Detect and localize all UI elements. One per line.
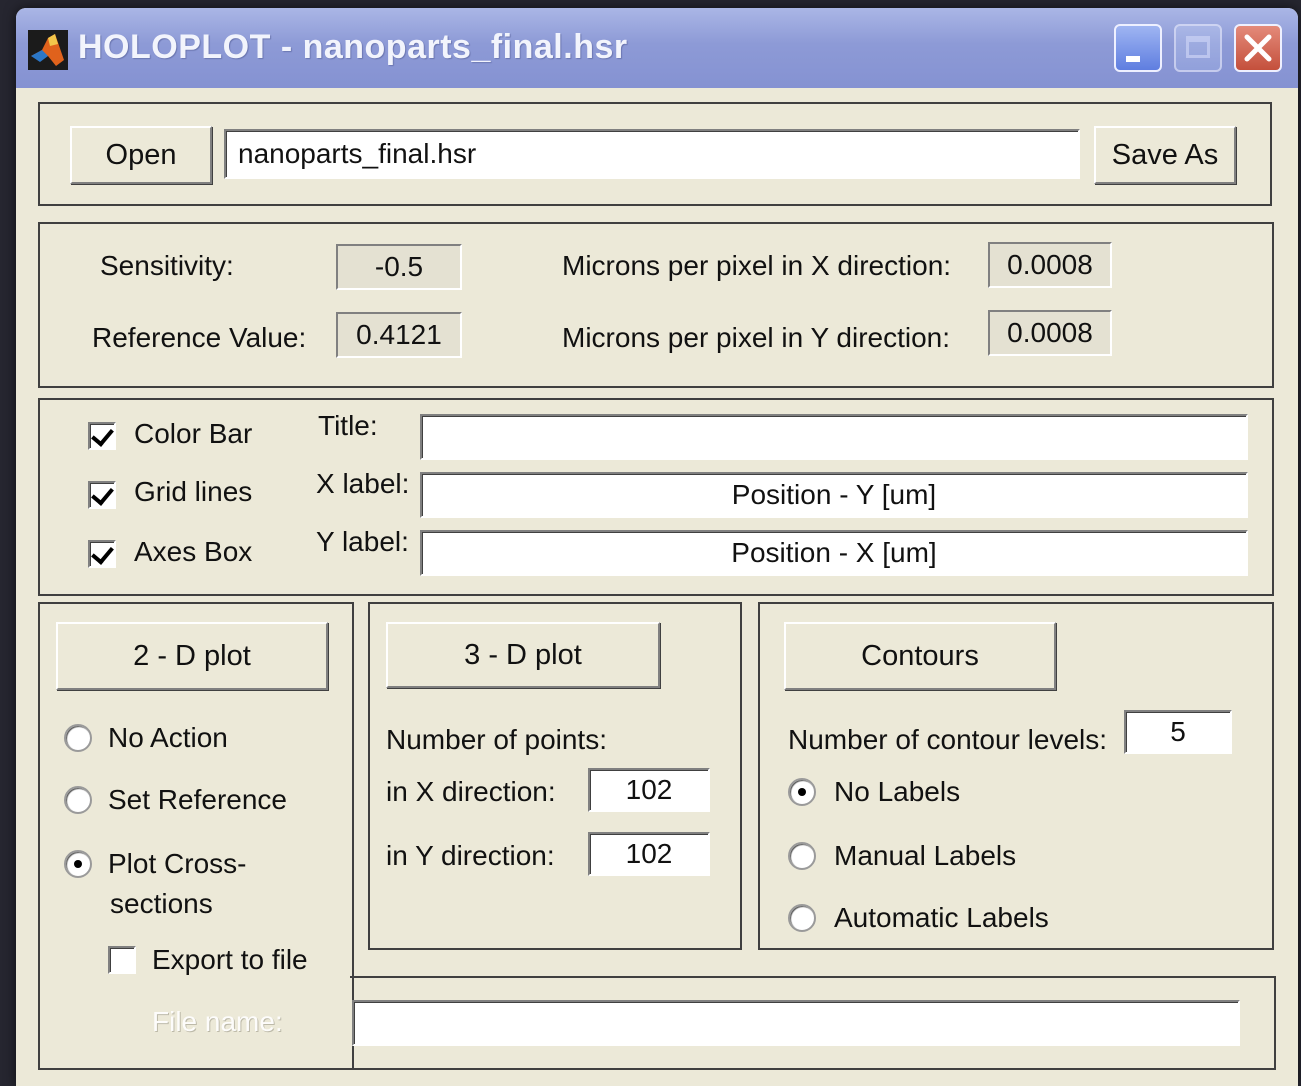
matlab-logo-icon (28, 30, 68, 70)
microns-y-label: Microns per pixel in Y direction: (562, 322, 951, 353)
manual-labels-label[interactable]: Manual Labels (834, 840, 1016, 872)
number-of-points-label: Number of points: (386, 724, 607, 755)
set-reference-label[interactable]: Set Reference (108, 784, 287, 816)
x-direction-input[interactable]: 102 (588, 768, 710, 812)
sensitivity-label: Sensitivity: (100, 250, 234, 281)
export-to-file-label[interactable]: Export to file (152, 944, 308, 976)
plot-3d-button[interactable]: 3 - D plot (386, 622, 660, 688)
y-label-input[interactable]: Position - X [um] (420, 530, 1248, 576)
save-as-button[interactable]: Save As (1094, 126, 1236, 184)
automatic-labels-label[interactable]: Automatic Labels (834, 902, 1049, 934)
axes-box-checkbox[interactable] (88, 540, 116, 568)
axes-box-label[interactable]: Axes Box (134, 536, 252, 568)
set-reference-radio[interactable] (64, 786, 92, 814)
file-name-input[interactable] (352, 1000, 1240, 1046)
file-name-label: File name: (152, 1006, 283, 1037)
window-title: HOLOPLOT - nanoparts_final.hsr (78, 28, 628, 66)
no-action-label[interactable]: No Action (108, 722, 228, 754)
no-labels-radio[interactable] (788, 778, 816, 806)
maximize-icon[interactable] (1174, 24, 1222, 72)
color-bar-checkbox[interactable] (88, 422, 116, 450)
plot-2d-button[interactable]: 2 - D plot (56, 622, 328, 690)
microns-x-label: Microns per pixel in X direction: (562, 250, 952, 281)
reference-value[interactable]: 0.4121 (336, 312, 462, 358)
title-label: Title: (318, 410, 378, 441)
contour-levels-input[interactable]: 5 (1124, 710, 1232, 754)
no-action-radio[interactable] (64, 724, 92, 752)
export-to-file-checkbox[interactable] (108, 946, 136, 974)
sensitivity-value[interactable]: -0.5 (336, 244, 462, 290)
title-bar[interactable]: HOLOPLOT - nanoparts_final.hsr (16, 8, 1298, 88)
y-direction-label: in Y direction: (386, 840, 555, 871)
close-icon[interactable] (1234, 24, 1282, 72)
minimize-icon[interactable] (1114, 24, 1162, 72)
filename-input[interactable]: nanoparts_final.hsr (224, 129, 1080, 179)
grid-lines-checkbox[interactable] (88, 481, 116, 509)
plot-cross-sections-label-line2[interactable]: sections (110, 888, 213, 920)
microns-x-value[interactable]: 0.0008 (988, 242, 1112, 288)
title-input[interactable] (420, 414, 1248, 460)
open-button[interactable]: Open (70, 126, 212, 184)
automatic-labels-radio[interactable] (788, 904, 816, 932)
y-label-label: Y label: (316, 526, 409, 557)
x-label-input[interactable]: Position - Y [um] (420, 472, 1248, 518)
x-label-label: X label: (316, 468, 410, 499)
contour-levels-label: Number of contour levels: (788, 724, 1108, 755)
grid-lines-label[interactable]: Grid lines (134, 476, 252, 508)
manual-labels-radio[interactable] (788, 842, 816, 870)
holoplot-window: HOLOPLOT - nanoparts_final.hsr Open nano… (16, 8, 1298, 1086)
x-direction-label: in X direction: (386, 776, 556, 807)
contours-button[interactable]: Contours (784, 622, 1056, 690)
y-direction-input[interactable]: 102 (588, 832, 710, 876)
color-bar-label[interactable]: Color Bar (134, 418, 252, 450)
no-labels-label[interactable]: No Labels (834, 776, 960, 808)
reference-value-label: Reference Value: (92, 322, 307, 353)
microns-y-value[interactable]: 0.0008 (988, 310, 1112, 356)
plot-cross-sections-radio[interactable] (64, 850, 92, 878)
plot-cross-sections-label[interactable]: Plot Cross- (108, 848, 246, 880)
